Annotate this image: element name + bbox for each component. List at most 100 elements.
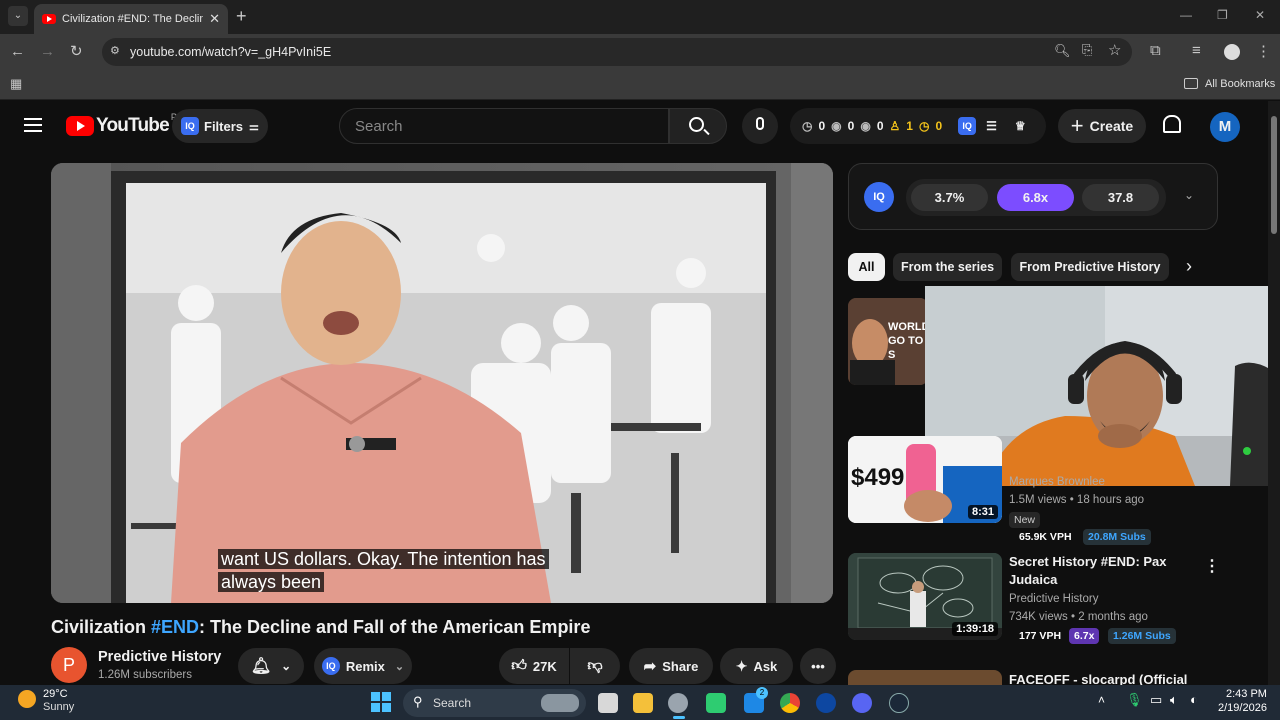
title-suffix: : The Decline and Fall of the American E… <box>199 617 591 637</box>
window-close-button[interactable]: ✕ <box>1255 8 1265 22</box>
browser-tab[interactable]: Civilization #END: The Decline a ✕ <box>34 4 228 34</box>
iq-logo-icon[interactable]: IQ <box>958 117 977 135</box>
related-thumbnail-4[interactable] <box>848 670 1002 685</box>
chips-next-arrow-icon[interactable]: › <box>1186 256 1192 277</box>
all-bookmarks-link[interactable]: All Bookmarks <box>1205 78 1275 90</box>
stat-c: 0 <box>876 119 884 133</box>
media-control-icon[interactable]: ≡ <box>1192 42 1201 59</box>
more-actions-button[interactable]: ••• <box>800 648 836 684</box>
related-channel-2[interactable]: Marques Brownlee <box>1009 476 1105 488</box>
chrome-menu-icon[interactable]: ⋮ <box>1256 42 1271 60</box>
user-icon: ♙ <box>889 119 901 133</box>
filters-button[interactable]: IQ Filters ⚌ <box>172 109 268 143</box>
profile-icon[interactable] <box>1224 44 1240 60</box>
taskbar-search-box[interactable]: ⚲ Search <box>403 689 586 717</box>
share-button[interactable]: ➦ Share <box>629 648 713 684</box>
task-view-icon[interactable] <box>598 693 618 713</box>
bookmark-star-icon[interactable]: ☆ <box>1108 41 1121 59</box>
like-button[interactable]: 👍︎ 27K <box>499 648 569 684</box>
battery-icon[interactable]: ◐ <box>1190 692 1198 707</box>
plus-icon: + <box>1070 113 1084 138</box>
steam-icon[interactable] <box>889 693 909 713</box>
chevron-down-icon: ⌄ <box>394 660 405 673</box>
outlier-score[interactable]: 37.8 <box>1082 184 1159 211</box>
vph-badge: 65.9K VPH <box>1019 531 1072 543</box>
search-placeholder: Search <box>355 118 403 135</box>
search-button[interactable] <box>669 108 727 144</box>
mail-count-badge: 2 <box>756 687 768 699</box>
active-app-indicator <box>673 716 685 719</box>
clock-date[interactable]: 2/19/2026 <box>1218 702 1267 714</box>
more-horizontal-icon: ••• <box>811 658 825 674</box>
weather-temp[interactable]: 29°C <box>43 688 68 700</box>
ask-button[interactable]: ✦ Ask <box>720 648 793 684</box>
extension-stats-bar: ◷ 0 ◉ 0 ◉ 0 ♙ 1 ◷ 0 IQ ☰ ♕ <box>790 108 1046 144</box>
trophy-icon[interactable]: ♕ <box>1015 119 1026 133</box>
extensions-icon[interactable]: ⧉ <box>1150 42 1161 59</box>
tab-close-icon[interactable]: ✕ <box>209 11 220 27</box>
chip-all[interactable]: All <box>848 253 885 281</box>
related-thumbnail-1[interactable]: WORLD GO TO S <box>848 298 928 385</box>
site-info-icon[interactable]: ⚙ <box>110 44 120 57</box>
related-title-4[interactable]: FACEOFF - slocarpd (Official <box>1009 673 1187 685</box>
photo-app-icon[interactable] <box>706 693 726 713</box>
chrome-icon[interactable] <box>780 693 800 713</box>
folder-icon <box>1184 78 1198 89</box>
video-player[interactable] <box>51 163 833 603</box>
chrome-app-icon[interactable] <box>668 693 688 713</box>
discord-icon[interactable] <box>852 693 872 713</box>
search-icon: ⚲ <box>413 694 423 709</box>
expand-chevron-icon[interactable]: ⌄ <box>1184 188 1194 202</box>
network-icon[interactable]: ▭ <box>1150 692 1162 708</box>
thumbs-up-icon: 👍︎ <box>511 657 527 674</box>
dislike-button[interactable]: 👎︎ <box>570 648 620 684</box>
weather-condition[interactable]: Sunny <box>43 701 74 713</box>
outlier-multiplier[interactable]: 6.8x <box>997 184 1074 211</box>
search-input[interactable]: Search <box>339 108 669 144</box>
outlier-percent[interactable]: 3.7% <box>911 184 988 211</box>
youtube-logo[interactable]: YouTube PK <box>66 112 183 137</box>
address-bar[interactable]: ⚙ youtube.com/watch?v=_gH4PvIni5E 🔍︎ ⎘ ☆ <box>102 38 1132 66</box>
clock-time[interactable]: 2:43 PM <box>1226 688 1267 700</box>
chip-from-the-series[interactable]: From the series <box>893 253 1002 281</box>
start-button-icon[interactable] <box>371 692 391 712</box>
thumbs-down-icon: 👎︎ <box>587 657 603 674</box>
file-explorer-icon[interactable] <box>633 693 653 713</box>
apps-grid-icon[interactable]: ▦ <box>10 76 22 92</box>
iq-logo-icon: IQ <box>321 657 340 675</box>
minimize-button[interactable]: — <box>1180 8 1192 22</box>
channel-avatar[interactable]: P <box>51 647 87 683</box>
channel-name[interactable]: Predictive History <box>98 649 221 665</box>
windows-taskbar: 29°C Sunny ⚲ Search 2 ˄ 🎙︎ ▭ 🔈︎ ◐ 2:43 P… <box>0 685 1280 720</box>
maximize-button[interactable]: ❐ <box>1217 8 1228 22</box>
volume-icon[interactable]: 🔈︎ <box>1170 692 1178 708</box>
stat-a: 0 <box>818 119 826 133</box>
voice-search-button[interactable] <box>742 108 778 144</box>
chip-from-channel[interactable]: From Predictive History <box>1011 253 1169 281</box>
related-title-3[interactable]: Secret History #END: Pax Judaica <box>1009 553 1199 589</box>
related-thumbnail-2[interactable]: $499 8:31 <box>848 436 1002 523</box>
zoom-icon[interactable]: 🔍︎ <box>1054 43 1071 59</box>
related-thumbnail-3[interactable]: 1:39:18 <box>848 553 1002 640</box>
account-avatar[interactable]: M <box>1210 112 1240 142</box>
new-tab-button[interactable]: + <box>236 6 247 27</box>
subscribed-bell-button[interactable]: 🔔︎ ⌄ <box>238 648 304 684</box>
back-icon[interactable]: ← <box>10 43 25 60</box>
install-app-icon[interactable]: ⎘ <box>1082 42 1092 58</box>
related-more-icon[interactable]: ⋮ <box>1204 556 1220 576</box>
weather-sun-icon[interactable] <box>18 690 36 708</box>
create-button[interactable]: + Create <box>1058 109 1146 143</box>
remix-button[interactable]: IQ Remix ⌄ <box>314 648 412 684</box>
title-hashtag-link[interactable]: #END <box>151 617 199 637</box>
microphone-tray-icon[interactable]: 🎙︎ <box>1126 692 1143 708</box>
notifications-bell-icon[interactable] <box>1163 115 1181 133</box>
tab-search-button[interactable]: ⌄ <box>8 6 28 26</box>
vpn-app-icon[interactable] <box>816 693 836 713</box>
list-icon[interactable]: ☰ <box>986 119 997 133</box>
hamburger-menu-icon[interactable] <box>24 118 42 132</box>
page-scrollbar-thumb[interactable] <box>1271 116 1277 234</box>
related-channel-3[interactable]: Predictive History <box>1009 593 1098 605</box>
forward-icon[interactable]: → <box>40 43 55 60</box>
tray-overflow-icon[interactable]: ˄ <box>1098 693 1105 707</box>
reload-icon[interactable]: ↻ <box>70 42 83 60</box>
